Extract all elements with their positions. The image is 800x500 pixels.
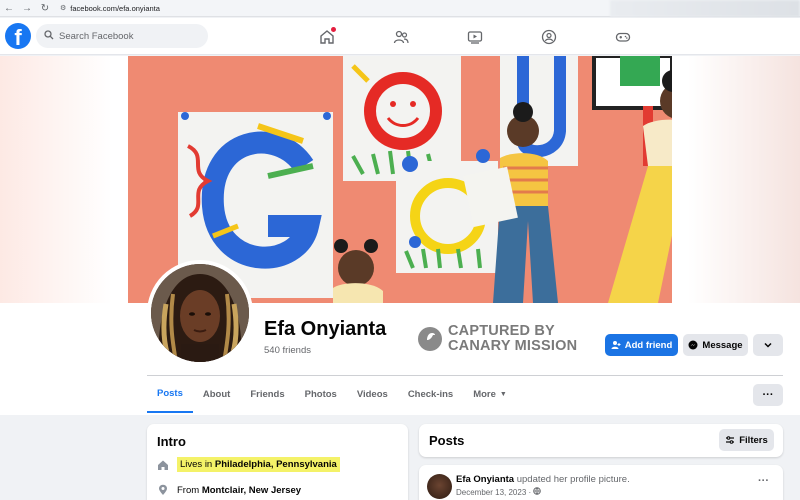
- messenger-icon: [688, 340, 698, 350]
- site-info-icon[interactable]: ⚙: [60, 4, 66, 12]
- tabs-more-button[interactable]: ···: [753, 384, 783, 406]
- add-friend-button[interactable]: Add friend: [605, 334, 678, 356]
- tab-label: Posts: [157, 388, 183, 399]
- redacted-area: [610, 0, 800, 17]
- intro-from: From Montclair, New Jersey: [157, 484, 301, 496]
- add-friend-label: Add friend: [624, 339, 673, 351]
- friend-count[interactable]: 540 friends: [264, 345, 311, 356]
- home-icon: [157, 459, 169, 471]
- avatar-portrait: [151, 264, 249, 362]
- tab-label: About: [202, 389, 231, 400]
- top-navbar: f Search Facebook: [0, 18, 800, 55]
- watch-icon[interactable]: [438, 18, 512, 55]
- post-meta: December 13, 2023 ·: [456, 487, 542, 497]
- tab-photos[interactable]: Photos: [295, 376, 347, 413]
- filters-icon: [726, 436, 735, 444]
- intro-lives-in: Lives in Philadelphia, Pennsylvania: [157, 457, 340, 472]
- tab-more[interactable]: More ▼: [463, 376, 517, 413]
- lives-in-prefix: Lives in: [180, 459, 215, 470]
- tab-label: More: [473, 389, 496, 400]
- facebook-logo[interactable]: f: [5, 23, 31, 49]
- friends-icon[interactable]: [364, 18, 438, 55]
- add-friend-icon: [611, 341, 621, 349]
- from-prefix: From: [177, 484, 200, 496]
- watermark-line2: CANARY MISSION: [448, 338, 578, 354]
- groups-icon[interactable]: [512, 18, 586, 55]
- globe-icon: [533, 487, 542, 495]
- lives-in-text: Lives in Philadelphia, Pennsylvania: [177, 457, 340, 472]
- filters-button[interactable]: Filters: [719, 429, 774, 451]
- lives-in-place[interactable]: Philadelphia, Pennsylvania: [215, 459, 337, 470]
- watermark-line1: CAPTURED BY: [448, 323, 555, 339]
- tab-label: Photos: [304, 389, 337, 400]
- tab-videos[interactable]: Videos: [347, 376, 398, 413]
- profile-tabs: Posts About Friends Photos Videos Check-…: [147, 376, 517, 413]
- tab-posts[interactable]: Posts: [147, 376, 193, 413]
- tab-label: Check-ins: [407, 389, 454, 400]
- intro-card: Intro Lives in Philadelphia, Pennsylvani…: [147, 424, 408, 500]
- reload-icon[interactable]: ↻: [36, 0, 54, 17]
- intro-title: Intro: [157, 434, 186, 449]
- profile-avatar[interactable]: [147, 260, 253, 366]
- profile-name: Efa Onyianta: [264, 318, 387, 340]
- notification-dot: [331, 27, 336, 32]
- address-bar[interactable]: ⚙ facebook.com/efa.onyianta: [60, 1, 620, 15]
- post-card: Efa Onyianta updated her profile picture…: [419, 465, 783, 500]
- post-author[interactable]: Efa Onyianta: [456, 474, 514, 485]
- tab-label: Friends: [250, 389, 285, 400]
- search-placeholder: Search Facebook: [59, 30, 134, 42]
- ellipsis-icon: ···: [762, 389, 774, 401]
- browser-toolbar: ← → ↻ ⚙ facebook.com/efa.onyianta: [0, 0, 800, 17]
- ellipsis-icon: ···: [758, 475, 769, 487]
- gaming-icon[interactable]: [586, 18, 660, 55]
- post-header: Efa Onyianta updated her profile picture…: [456, 474, 630, 485]
- forward-icon[interactable]: →: [18, 0, 36, 17]
- profile-more-button[interactable]: [753, 334, 783, 356]
- main-nav: [290, 18, 660, 55]
- logo-letter: f: [14, 25, 22, 49]
- message-button[interactable]: Message: [683, 334, 748, 356]
- posts-title: Posts: [429, 433, 465, 448]
- from-place[interactable]: Montclair, New Jersey: [202, 485, 301, 496]
- location-pin-icon: [157, 484, 169, 496]
- filters-label: Filters: [739, 434, 768, 446]
- tab-label: Videos: [356, 389, 388, 400]
- post-menu-button[interactable]: ···: [758, 475, 769, 487]
- post-action: updated her profile picture.: [514, 474, 630, 485]
- posts-header-card: Posts Filters: [419, 424, 783, 457]
- canary-logo-icon: [418, 327, 442, 351]
- tab-check-ins[interactable]: Check-ins: [398, 376, 463, 413]
- post-date[interactable]: December 13, 2023 ·: [456, 488, 533, 497]
- message-label: Message: [702, 339, 743, 351]
- back-icon[interactable]: ←: [0, 0, 18, 17]
- post-author-avatar[interactable]: [427, 474, 452, 499]
- url-text: facebook.com/efa.onyianta: [70, 3, 160, 13]
- caret-down-icon: ▼: [499, 391, 507, 398]
- watermark: CAPTURED BY CANARY MISSION: [418, 324, 577, 354]
- search-input[interactable]: Search Facebook: [36, 24, 208, 48]
- tab-friends[interactable]: Friends: [240, 376, 294, 413]
- home-icon[interactable]: [290, 18, 364, 55]
- tab-about[interactable]: About: [193, 376, 240, 413]
- search-icon: [44, 29, 54, 43]
- chevron-down-icon: [764, 342, 772, 348]
